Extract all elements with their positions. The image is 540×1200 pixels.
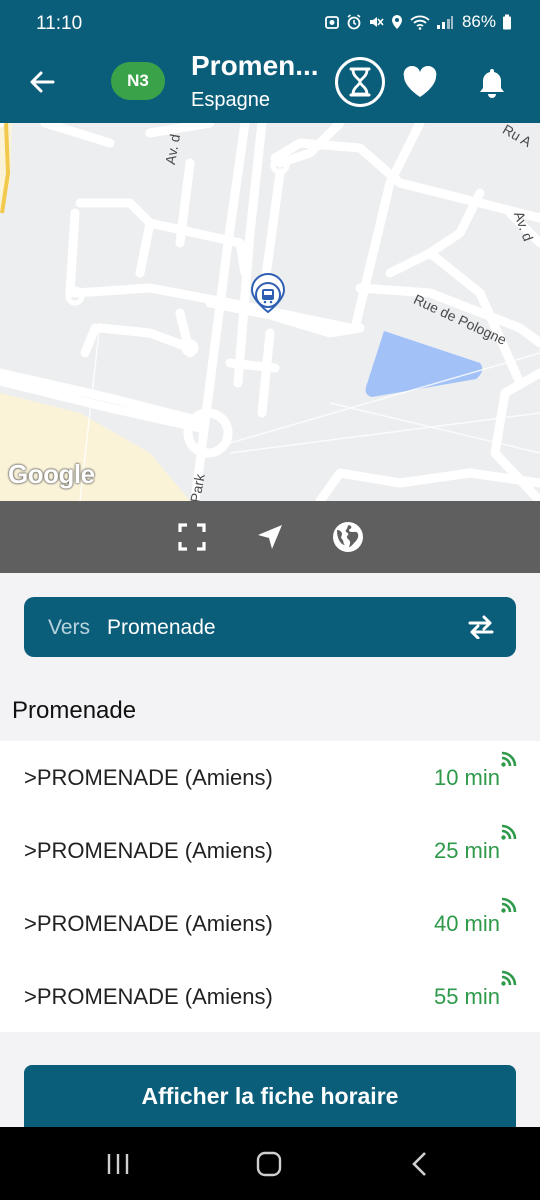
chevron-left-icon — [412, 1152, 426, 1176]
mute-icon — [368, 14, 384, 30]
recent-apps-button[interactable] — [98, 1149, 138, 1179]
departure-time: 25 min — [433, 838, 500, 863]
arrow-left-icon — [30, 71, 55, 93]
departure-time: 40 min — [433, 911, 500, 936]
departure-destination: >PROMENADE (Amiens) — [24, 765, 273, 790]
favorite-button[interactable] — [400, 62, 440, 102]
departure-destination: >PROMENADE (Amiens) — [24, 911, 273, 936]
photo-icon — [324, 14, 340, 30]
battery-level: 86% — [461, 12, 496, 31]
realtime-icon — [501, 824, 517, 840]
departure-row[interactable]: >PROMENADE (Amiens) 55 min — [0, 960, 540, 1033]
line-badge: N3 — [111, 62, 165, 100]
swap-direction-button[interactable] — [466, 613, 496, 641]
direction-prefix: Vers — [48, 616, 91, 639]
status-icons: 86% — [324, 12, 512, 32]
system-nav-bar — [0, 1127, 540, 1200]
section-title: Promenade — [12, 697, 137, 724]
locate-button[interactable] — [252, 519, 288, 555]
realtime-icon — [501, 897, 517, 913]
timetable-toggle-button[interactable] — [335, 57, 385, 107]
location-icon — [390, 14, 404, 30]
wifi-icon — [410, 14, 430, 30]
globe-icon — [333, 522, 363, 552]
departure-row[interactable]: >PROMENADE (Amiens) 10 min — [0, 741, 540, 814]
departures-list: >PROMENADE (Amiens) 10 min >PROMENADE (A… — [0, 741, 540, 1032]
heart-icon — [403, 66, 437, 97]
departure-destination: >PROMENADE (Amiens) — [24, 838, 273, 863]
nav-back-button[interactable] — [400, 1149, 440, 1179]
show-timetable-button[interactable]: Afficher la fiche horaire — [24, 1065, 516, 1135]
map-toolbar — [0, 501, 540, 573]
stop-title: Promen... — [191, 50, 319, 81]
direction-destination: Promenade — [107, 616, 216, 639]
direction-bar[interactable]: Vers Promenade — [24, 597, 516, 657]
app-header: N3 Promen... Espagne — [0, 48, 540, 123]
departure-row[interactable]: >PROMENADE (Amiens) 40 min — [0, 887, 540, 960]
departure-row[interactable]: >PROMENADE (Amiens) 25 min — [0, 814, 540, 887]
bell-icon — [480, 69, 504, 98]
departure-destination: >PROMENADE (Amiens) — [24, 984, 273, 1009]
fullscreen-icon — [178, 523, 206, 551]
battery-icon — [502, 14, 512, 30]
realtime-icon — [501, 751, 517, 767]
home-icon — [256, 1151, 282, 1177]
back-button[interactable] — [22, 62, 62, 102]
signal-icon — [436, 14, 454, 30]
status-time: 11:10 — [36, 13, 83, 34]
map-view[interactable]: Av. d Rue de Pologne Av. d Park Ru A Goo… — [0, 123, 540, 501]
navigate-icon — [258, 525, 282, 549]
notification-button[interactable] — [472, 62, 512, 102]
hourglass-icon — [349, 67, 371, 97]
departure-time: 55 min — [433, 984, 500, 1009]
recent-apps-icon — [107, 1154, 129, 1174]
swap-icon — [468, 615, 494, 639]
departure-time: 10 min — [433, 765, 500, 790]
realtime-icon — [501, 970, 517, 986]
google-attribution: Google — [8, 459, 95, 489]
fullscreen-button[interactable] — [174, 519, 210, 555]
status-bar: 11:10 86% — [0, 0, 540, 48]
stop-subtitle: Espagne — [191, 89, 270, 111]
map-type-button[interactable] — [330, 519, 366, 555]
home-button[interactable] — [249, 1149, 289, 1179]
alarm-icon — [346, 14, 362, 30]
